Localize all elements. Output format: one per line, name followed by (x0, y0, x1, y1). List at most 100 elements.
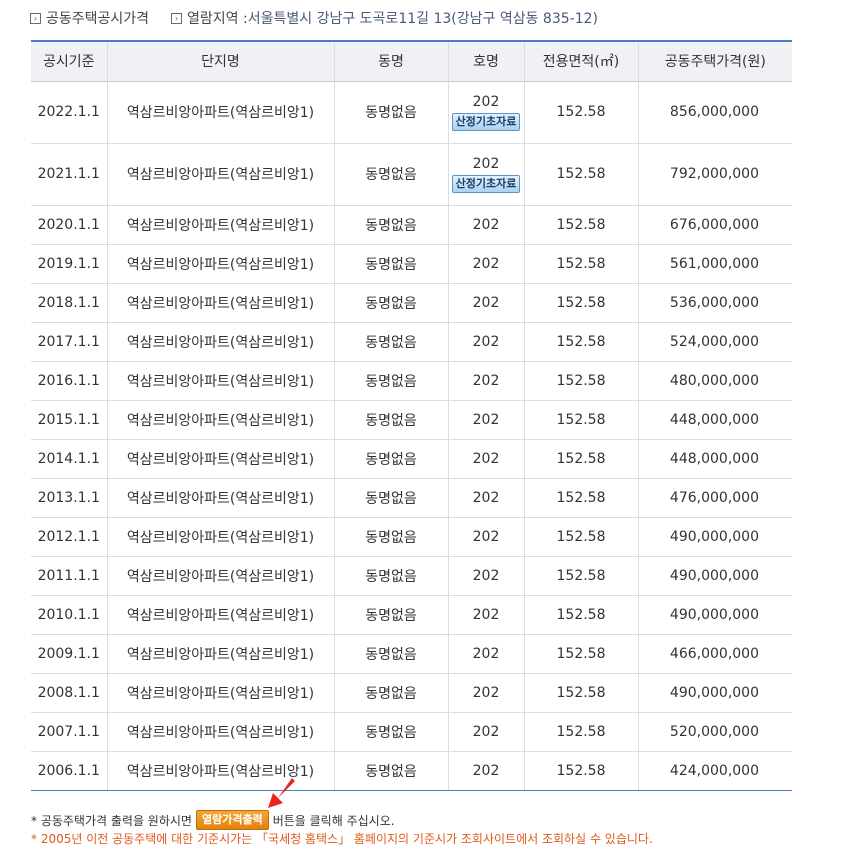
complex-cell: 역삼르비앙아파트(역삼르비앙1) (106, 361, 334, 401)
table-row: 2016.1.1 역삼르비앙아파트(역삼르비앙1) 동명없음 202 152.5… (31, 361, 792, 401)
ho-cell: 202 (447, 439, 524, 479)
ho-cell: 202 (447, 361, 524, 401)
complex-cell: 역삼르비앙아파트(역삼르비앙1) (106, 634, 334, 674)
dong-cell: 동명없음 (333, 751, 448, 791)
table-row: 2021.1.1 역삼르비앙아파트(역삼르비앙1) 동명없음 202 산정기초자… (31, 143, 792, 206)
table-row: 2013.1.1 역삼르비앙아파트(역삼르비앙1) 동명없음 202 152.5… (31, 478, 792, 518)
dong-cell: 동명없음 (333, 595, 448, 635)
region-label: 열람지역 : (187, 11, 248, 27)
ho-cell: 202 (447, 673, 524, 713)
date-cell: 2018.1.1 (31, 283, 107, 323)
area-cell: 152.58 (523, 81, 638, 144)
price-cell: 561,000,000 (637, 244, 792, 284)
dong-cell: 동명없음 (333, 712, 448, 752)
dong-cell: 동명없음 (333, 283, 448, 323)
price-cell: 490,000,000 (637, 595, 792, 635)
date-cell: 2013.1.1 (31, 478, 107, 518)
price-cell: 792,000,000 (637, 143, 792, 206)
table-row: 2008.1.1 역삼르비앙아파트(역삼르비앙1) 동명없음 202 152.5… (31, 673, 792, 713)
area-cell: 152.58 (523, 361, 638, 401)
date-cell: 2011.1.1 (31, 556, 107, 596)
date-cell: 2016.1.1 (31, 361, 107, 401)
date-cell: 2021.1.1 (31, 143, 107, 206)
area-cell: 152.58 (523, 517, 638, 557)
header-ho: 호명 (447, 40, 524, 82)
arrow-box-icon: › (30, 12, 41, 24)
area-cell: 152.58 (523, 439, 638, 479)
note1-prefix: * 공동주택가격 출력을 원하시면 (31, 813, 192, 828)
dong-cell: 동명없음 (333, 400, 448, 440)
complex-cell: 역삼르비앙아파트(역삼르비앙1) (106, 556, 334, 596)
date-cell: 2014.1.1 (31, 439, 107, 479)
price-cell: 448,000,000 (637, 400, 792, 440)
area-cell: 152.58 (523, 634, 638, 674)
table-row: 2015.1.1 역삼르비앙아파트(역삼르비앙1) 동명없음 202 152.5… (31, 400, 792, 440)
table-row: 2022.1.1 역삼르비앙아파트(역삼르비앙1) 동명없음 202 산정기초자… (31, 81, 792, 144)
dong-cell: 동명없음 (333, 673, 448, 713)
date-cell: 2015.1.1 (31, 400, 107, 440)
header-complex: 단지명 (106, 40, 334, 82)
area-cell: 152.58 (523, 673, 638, 713)
price-cell: 490,000,000 (637, 556, 792, 596)
price-cell: 536,000,000 (637, 283, 792, 323)
arrow-box-icon: › (171, 12, 183, 24)
table-row: 2020.1.1 역삼르비앙아파트(역삼르비앙1) 동명없음 202 152.5… (31, 205, 792, 245)
date-cell: 2022.1.1 (31, 81, 107, 144)
ho-cell: 202 산정기초자료 (447, 81, 524, 144)
ho-value: 202 (472, 94, 500, 110)
hometax-notice: * 2005년 이전 공동주택에 대한 기준시가는 「국세청 홈택스」 홈페이지… (31, 832, 653, 846)
breadcrumb-region-item: › 열람지역 : 서울특별시 강남구 도곡로11길 13(강남구 역삼동 835… (171, 8, 598, 28)
complex-cell: 역삼르비앙아파트(역삼르비앙1) (106, 283, 334, 323)
complex-cell: 역삼르비앙아파트(역삼르비앙1) (106, 712, 334, 752)
table-row: 2014.1.1 역삼르비앙아파트(역삼르비앙1) 동명없음 202 152.5… (31, 439, 792, 479)
price-cell: 466,000,000 (637, 634, 792, 674)
ho-cell: 202 (447, 595, 524, 635)
date-cell: 2020.1.1 (31, 205, 107, 245)
dong-cell: 동명없음 (333, 517, 448, 557)
print-price-button[interactable]: 열람가격출력 (195, 810, 269, 830)
header-date: 공시기준 (31, 40, 107, 82)
complex-cell: 역삼르비앙아파트(역삼르비앙1) (106, 143, 334, 206)
ho-cell: 202 (447, 283, 524, 323)
calc-basis-button[interactable]: 산정기초자료 (451, 175, 521, 193)
table-header-row: 공시기준 단지명 동명 호명 전용면적(㎡) 공동주택가격(원) (31, 40, 792, 82)
table-row: 2017.1.1 역삼르비앙아파트(역삼르비앙1) 동명없음 202 152.5… (31, 322, 792, 362)
table-row: 2010.1.1 역삼르비앙아파트(역삼르비앙1) 동명없음 202 152.5… (31, 595, 792, 635)
table-row: 2012.1.1 역삼르비앙아파트(역삼르비앙1) 동명없음 202 152.5… (31, 517, 792, 557)
dong-cell: 동명없음 (333, 361, 448, 401)
complex-cell: 역삼르비앙아파트(역삼르비앙1) (106, 81, 334, 144)
date-cell: 2009.1.1 (31, 634, 107, 674)
date-cell: 2012.1.1 (31, 517, 107, 557)
area-cell: 152.58 (523, 478, 638, 518)
table-row: 2019.1.1 역삼르비앙아파트(역삼르비앙1) 동명없음 202 152.5… (31, 244, 792, 284)
complex-cell: 역삼르비앙아파트(역삼르비앙1) (106, 439, 334, 479)
complex-cell: 역삼르비앙아파트(역삼르비앙1) (106, 478, 334, 518)
dong-cell: 동명없음 (333, 439, 448, 479)
area-cell: 152.58 (523, 143, 638, 206)
price-cell: 476,000,000 (637, 478, 792, 518)
red-arrow-icon (268, 778, 295, 808)
price-cell: 524,000,000 (637, 322, 792, 362)
table-row: 2009.1.1 역삼르비앙아파트(역삼르비앙1) 동명없음 202 152.5… (31, 634, 792, 674)
breadcrumb: › 공동주택공시가격 › 열람지역 : 서울특별시 강남구 도곡로11길 13(… (30, 8, 598, 28)
ho-cell: 202 (447, 322, 524, 362)
price-cell: 520,000,000 (637, 712, 792, 752)
complex-cell: 역삼르비앙아파트(역삼르비앙1) (106, 595, 334, 635)
ho-cell: 202 (447, 712, 524, 752)
dong-cell: 동명없음 (333, 205, 448, 245)
area-cell: 152.58 (523, 751, 638, 791)
ho-value: 202 (472, 156, 500, 172)
complex-cell: 역삼르비앙아파트(역삼르비앙1) (106, 400, 334, 440)
complex-cell: 역삼르비앙아파트(역삼르비앙1) (106, 517, 334, 557)
ho-cell: 202 (447, 556, 524, 596)
date-cell: 2019.1.1 (31, 244, 107, 284)
ho-cell: 202 (447, 244, 524, 284)
table-row: 2018.1.1 역삼르비앙아파트(역삼르비앙1) 동명없음 202 152.5… (31, 283, 792, 323)
table-row: 2007.1.1 역삼르비앙아파트(역삼르비앙1) 동명없음 202 152.5… (31, 712, 792, 752)
date-cell: 2010.1.1 (31, 595, 107, 635)
area-cell: 152.58 (523, 556, 638, 596)
calc-basis-button[interactable]: 산정기초자료 (451, 113, 521, 131)
ho-cell: 202 산정기초자료 (447, 143, 524, 206)
price-cell: 856,000,000 (637, 81, 792, 144)
dong-cell: 동명없음 (333, 556, 448, 596)
